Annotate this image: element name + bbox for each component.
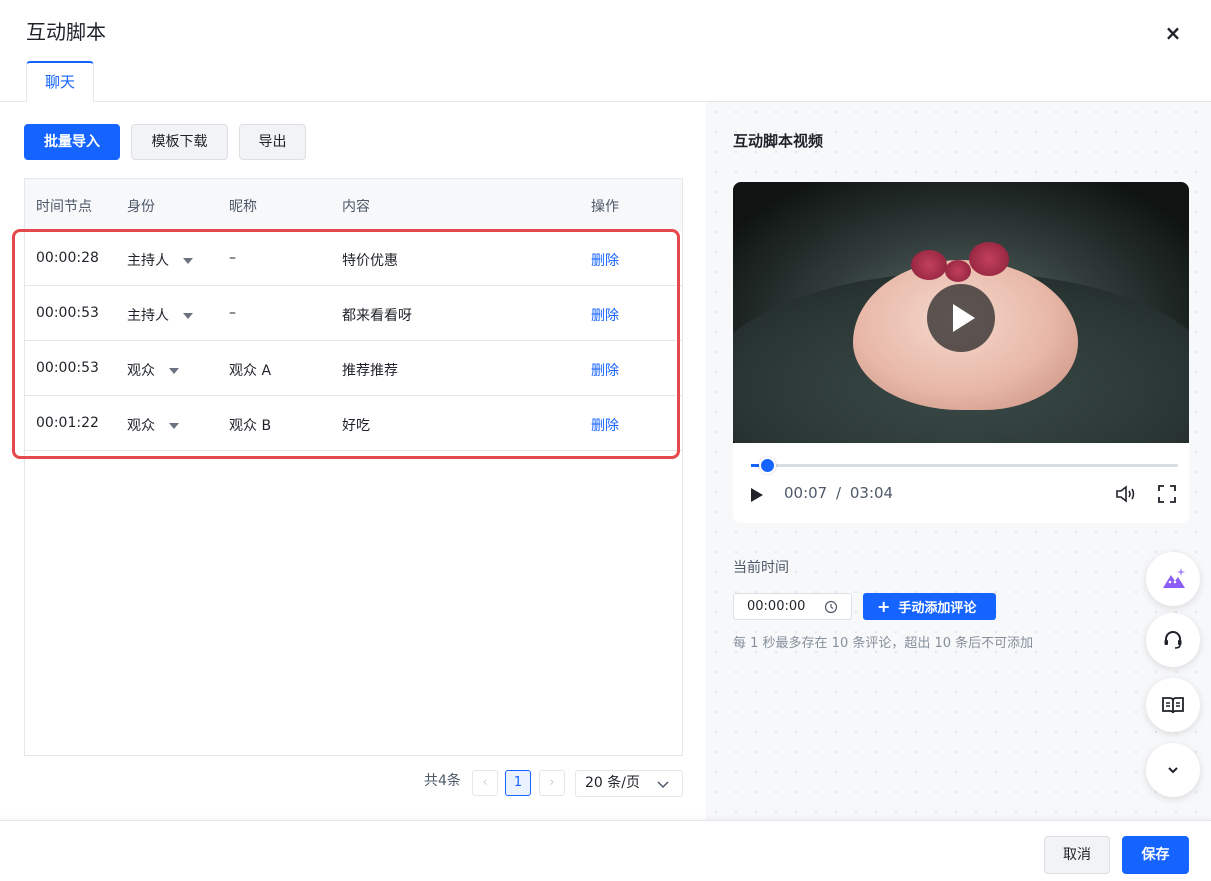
role-value: 主持人 [127,253,169,269]
current-time: 00:07 [784,484,828,502]
script-table: 时间节点 身份 昵称 内容 操作 00:00:28 主持人 – 特价优惠 删除 … [24,178,683,756]
customer-service-button[interactable] [1146,613,1200,667]
time-display: 00:07 / 03:04 [784,484,893,502]
page-size-select[interactable]: 20 条/页 [575,770,683,797]
caret-down-icon [183,258,193,264]
row-content: 特价优惠 [342,253,398,269]
caret-down-icon [169,368,179,374]
volume-icon[interactable] [1115,484,1137,504]
page-1-button[interactable]: 1 [505,770,531,796]
tab-chat[interactable]: 聊天 [26,61,94,102]
close-icon[interactable]: × [1160,20,1186,46]
play-icon[interactable] [748,487,764,503]
rose-decoration [969,242,1009,276]
cancel-button[interactable]: 取消 [1044,836,1110,874]
chevron-down-icon [1168,767,1178,774]
row-nickname: – [229,305,236,321]
role-value: 观众 [127,363,155,379]
time-picker-value: 00:00:00 [747,599,806,614]
dialog-title: 互动脚本 [26,20,106,44]
header-action: 操作 [591,199,619,215]
role-value: 主持人 [127,308,169,324]
row-content: 推荐推荐 [342,363,398,379]
book-icon [1162,697,1184,714]
ai-assistant-button[interactable] [1146,552,1200,606]
video-panel-title: 互动脚本视频 [733,132,824,150]
page-size-value: 20 条/页 [585,775,640,791]
row-nickname: 观众 B [229,418,272,434]
row-nickname: 观众 A [229,363,272,379]
script-table-panel: 批量导入 模板下载 导出 时间节点 身份 昵称 内容 操作 00:00:28 主… [0,102,706,820]
row-time: 00:00:53 [36,360,99,376]
progress-handle[interactable] [759,457,777,474]
play-overlay-icon[interactable] [927,284,995,352]
delete-link[interactable]: 删除 [591,360,619,380]
help-docs-button[interactable] [1146,678,1200,732]
role-select[interactable]: 主持人 [127,305,193,325]
caret-down-icon [183,313,193,319]
plus-icon: + [877,597,891,616]
headset-icon [1164,631,1182,649]
video-frame[interactable] [733,182,1189,443]
progress-track[interactable] [751,464,1178,467]
table-row: 00:00:53 主持人 – 都来看看呀 删除 [25,286,682,341]
row-time: 00:01:22 [36,415,99,431]
rose-decoration [911,250,947,280]
rose-decoration [945,260,971,282]
ai-sparkle-icon [1163,568,1185,588]
video-player: 00:07 / 03:04 [733,182,1189,523]
chevron-down-icon [657,781,669,789]
role-select[interactable]: 主持人 [127,250,193,270]
comment-limit-hint: 每 1 秒最多存在 10 条评论，超出 10 条后不可添加 [733,636,1034,651]
row-time: 00:00:28 [36,250,99,266]
export-button[interactable]: 导出 [239,124,306,160]
prev-page-button[interactable]: ‹ [472,770,498,796]
delete-link[interactable]: 删除 [591,415,619,435]
fullscreen-icon[interactable] [1157,484,1177,504]
delete-link[interactable]: 删除 [591,305,619,325]
header-nickname: 昵称 [229,199,257,215]
row-content: 好吃 [342,418,370,434]
table-header: 时间节点 身份 昵称 内容 操作 [25,179,682,231]
delete-link[interactable]: 删除 [591,250,619,270]
next-page-button[interactable]: › [539,770,565,796]
table-row: 00:00:28 主持人 – 特价优惠 删除 [25,231,682,286]
row-time: 00:00:53 [36,305,99,321]
dialog-header: 互动脚本 × 聊天 [0,0,1211,102]
role-select[interactable]: 观众 [127,360,179,380]
current-time-label: 当前时间 [733,560,789,576]
row-content: 都来看看呀 [342,308,412,324]
role-value: 观众 [127,418,155,434]
caret-down-icon [169,423,179,429]
add-comment-label: 手动添加评论 [898,601,977,616]
time-separator: / [836,484,842,502]
video-panel: 互动脚本视频 00:07 / 03:04 当前时间 00:00:00 + 手动添加… [706,102,1211,820]
batch-import-button[interactable]: 批量导入 [24,124,120,160]
row-nickname: – [229,250,236,266]
header-role: 身份 [127,199,155,215]
table-row: 00:00:53 观众 观众 A 推荐推荐 删除 [25,341,682,396]
header-content: 内容 [342,199,370,215]
header-time: 时间节点 [36,199,92,215]
add-comment-button[interactable]: + 手动添加评论 [863,593,996,620]
collapse-button[interactable] [1146,743,1200,797]
dialog-footer: 取消 保存 [0,820,1211,881]
table-row: 00:01:22 观众 观众 B 好吃 删除 [25,396,682,451]
total-duration: 03:04 [849,484,894,502]
template-download-button[interactable]: 模板下载 [131,124,228,160]
clock-icon [824,600,838,614]
pagination-total: 共4条 [424,773,461,789]
time-picker-input[interactable]: 00:00:00 [733,593,852,620]
role-select[interactable]: 观众 [127,415,179,435]
save-button[interactable]: 保存 [1122,836,1189,874]
